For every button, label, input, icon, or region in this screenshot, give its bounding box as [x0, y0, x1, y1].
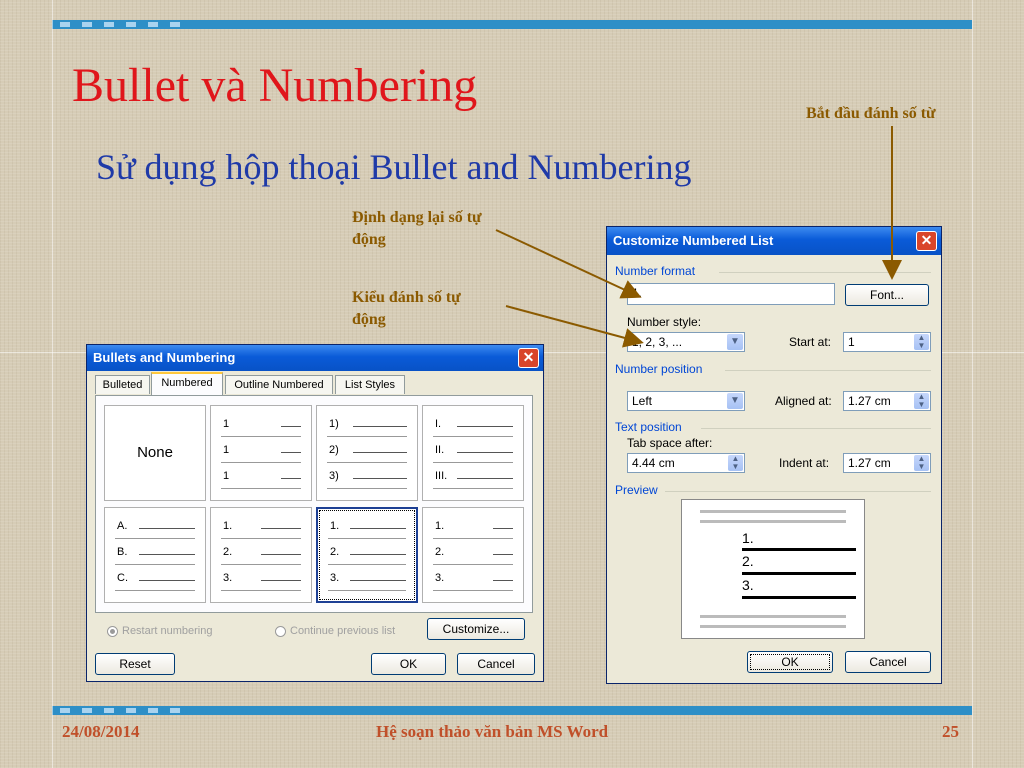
callout-arrows — [495, 126, 902, 348]
arrow-number-style — [505, 305, 644, 348]
arrow-number-format — [495, 229, 642, 299]
footer-date: 24/08/2014 — [62, 722, 140, 741]
footer-title: Hệ soạn thảo văn bản MS Word — [376, 722, 609, 741]
footer-page-number: 25 — [942, 722, 959, 741]
